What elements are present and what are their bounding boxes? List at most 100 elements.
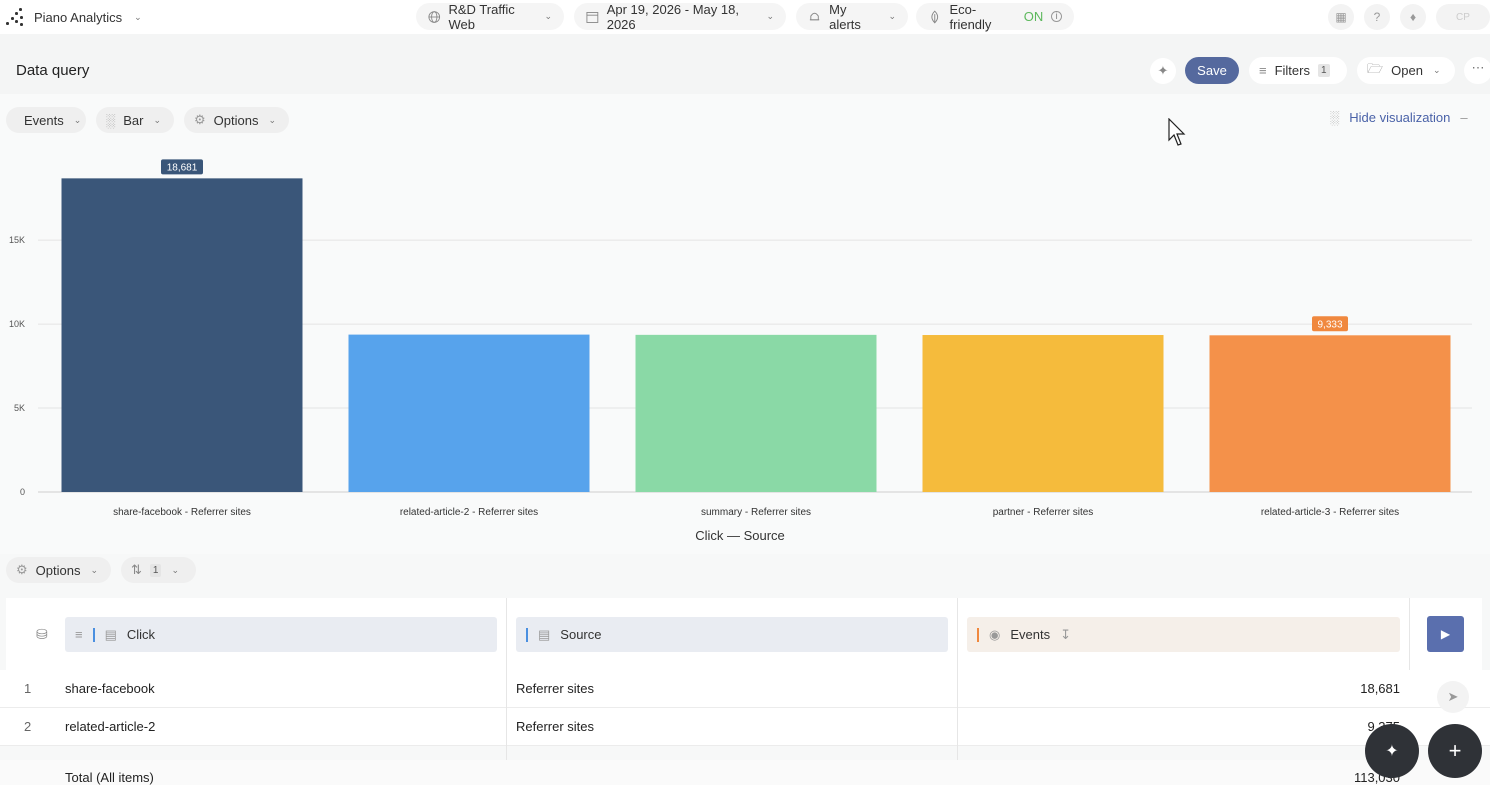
notifications-bell-icon[interactable]: ♦: [1400, 4, 1426, 30]
chevron-down-icon: ⌄: [766, 11, 774, 21]
metric-label: Events: [24, 112, 64, 128]
column-header-click[interactable]: ≡ ▤ Click: [65, 617, 497, 652]
add-button[interactable]: +: [1428, 724, 1482, 778]
metric-selector[interactable]: Events ⌄: [6, 107, 86, 133]
date-range-label: Apr 19, 2026 - May 18, 2026: [606, 1, 739, 32]
eco-friendly-toggle[interactable]: Eco-friendly ON i: [916, 1, 1074, 32]
apps-grid-icon[interactable]: ▦: [1328, 4, 1354, 30]
y-tick-label: 5K: [14, 403, 25, 413]
cell-source: Referrer sites: [516, 719, 595, 734]
app-name: Piano Analytics: [34, 9, 123, 25]
bar: [61, 178, 303, 492]
table-total-row: Total (All items) 113,030: [0, 760, 1490, 785]
table-row[interactable]: 2 related-article-2 Referrer sites 9,375: [0, 708, 1490, 746]
page-title: Data query: [16, 62, 90, 79]
list-icon: ▤: [104, 626, 117, 642]
list-icon: ▤: [538, 626, 551, 642]
mouse-cursor-icon: [1168, 118, 1186, 146]
site-selector[interactable]: R&D Traffic Web ⌄: [416, 1, 564, 32]
x-tick-label: share-facebook - Referrer sites: [113, 507, 251, 518]
metric-marker: [977, 627, 979, 642]
chart-options-button[interactable]: ⚙ Options ⌄: [184, 107, 289, 133]
bar-chart: 0 5K 10K 15K share-facebook - Referrer sites…: [9, 159, 1472, 518]
table-body: 1 share-facebook Referrer sites 18,681 2…: [0, 670, 1490, 746]
folder-icon: 🗁: [1367, 60, 1384, 76]
ai-sparkle-icon[interactable]: ✦: [1150, 58, 1176, 84]
alerts-label: My alerts: [829, 1, 861, 32]
eco-label: Eco-friendly: [949, 1, 992, 32]
user-avatar[interactable]: CP: [1436, 4, 1490, 30]
app-switcher[interactable]: Piano Analytics ⌄: [4, 6, 142, 28]
row-index: 1: [24, 681, 32, 696]
open-button[interactable]: 🗁 Open ⌄: [1357, 57, 1455, 84]
calendar-icon: [586, 11, 599, 23]
sort-descending-icon[interactable]: ↧: [1060, 627, 1071, 643]
chevron-down-icon: ⌄: [268, 114, 277, 125]
column-divider: [506, 598, 507, 670]
x-tick-label: related-article-2 - Referrer sites: [400, 507, 538, 518]
column-divider: [1409, 598, 1410, 670]
chevron-down-icon: ⌄: [153, 114, 161, 125]
run-query-button[interactable]: ▶: [1427, 616, 1464, 652]
bar-chart-icon: ░: [106, 112, 116, 128]
column-header-source[interactable]: ▤ Source: [516, 617, 948, 652]
y-tick-label: 15K: [9, 235, 25, 245]
top-right-icons: ▦ ? ♦ CP: [1328, 4, 1490, 30]
ai-assistant-button[interactable]: ✦: [1365, 724, 1419, 778]
column-label: Events: [1010, 627, 1051, 642]
bar: [922, 335, 1164, 492]
sort-count-badge: 1: [149, 563, 162, 577]
table-options-button[interactable]: ⚙ Options ⌄: [6, 557, 111, 583]
cell-click: share-facebook: [65, 681, 155, 696]
hide-visualization-button[interactable]: ░ Hide visualization –: [1330, 110, 1468, 125]
column-header-events[interactable]: ◉ Events ↧: [967, 617, 1400, 652]
table-row[interactable]: 1 share-facebook Referrer sites 18,681: [0, 670, 1490, 708]
x-tick-label: summary - Referrer sites: [701, 507, 811, 518]
chevron-down-icon: ⌄: [90, 564, 99, 575]
chart-type-label: Bar: [123, 112, 144, 128]
sort-button[interactable]: ⇅ 1 ⌄: [121, 557, 196, 583]
total-label: Total (All items): [65, 770, 154, 785]
chart-type-selector[interactable]: ░ Bar ⌄: [96, 107, 174, 133]
cell-source: Referrer sites: [516, 681, 595, 696]
dimension-marker: [526, 627, 528, 642]
x-tick-label: related-article-3 - Referrer sites: [1261, 507, 1399, 518]
eco-state: ON: [1023, 9, 1044, 24]
chevron-down-icon: ⌄: [888, 11, 896, 21]
dimension-marker: [92, 627, 95, 642]
column-divider: [957, 670, 958, 760]
help-icon[interactable]: ?: [1364, 4, 1390, 30]
filters-count-badge: 1: [1317, 64, 1330, 77]
bar: [635, 334, 877, 492]
top-bar: Piano Analytics ⌄ R&D Traffic Web ⌄ Apr …: [0, 0, 1490, 34]
site-name: R&D Traffic Web: [448, 1, 515, 32]
data-label: 9,333: [1317, 319, 1342, 330]
sort-icon: ⇅: [131, 562, 142, 577]
chevron-down-icon: ⌄: [171, 564, 180, 575]
alerts-menu[interactable]: My alerts ⌄: [796, 1, 908, 32]
hide-visualization-label: Hide visualization: [1349, 110, 1451, 125]
minus-icon: –: [1460, 110, 1468, 125]
leaf-icon: [931, 10, 939, 23]
y-tick-label: 10K: [9, 319, 25, 329]
play-icon: ▶: [1440, 627, 1451, 641]
date-range-picker[interactable]: Apr 19, 2026 - May 18, 2026 ⌄: [574, 1, 786, 32]
column-divider: [957, 598, 958, 670]
save-button[interactable]: Save: [1185, 57, 1239, 84]
info-icon[interactable]: i: [1051, 11, 1062, 22]
cell-events: 18,681: [1360, 681, 1400, 696]
gear-icon: ⚙: [16, 562, 28, 577]
globe-icon: [428, 10, 441, 23]
column-label: Source: [560, 627, 602, 642]
filters-button[interactable]: ≡ Filters 1: [1249, 57, 1347, 84]
x-axis-title: Click — Source: [695, 528, 785, 543]
row-index: 2: [24, 719, 32, 734]
bell-icon: [809, 12, 820, 20]
database-icon[interactable]: ⛁: [36, 626, 48, 643]
bar: [348, 334, 590, 492]
chevron-down-icon: ⌄: [134, 11, 142, 22]
bar: [1209, 335, 1451, 492]
piano-logo-icon: [4, 7, 24, 27]
rocket-icon[interactable]: ➤: [1437, 681, 1469, 713]
more-options-icon[interactable]: ⋯: [1464, 57, 1490, 84]
